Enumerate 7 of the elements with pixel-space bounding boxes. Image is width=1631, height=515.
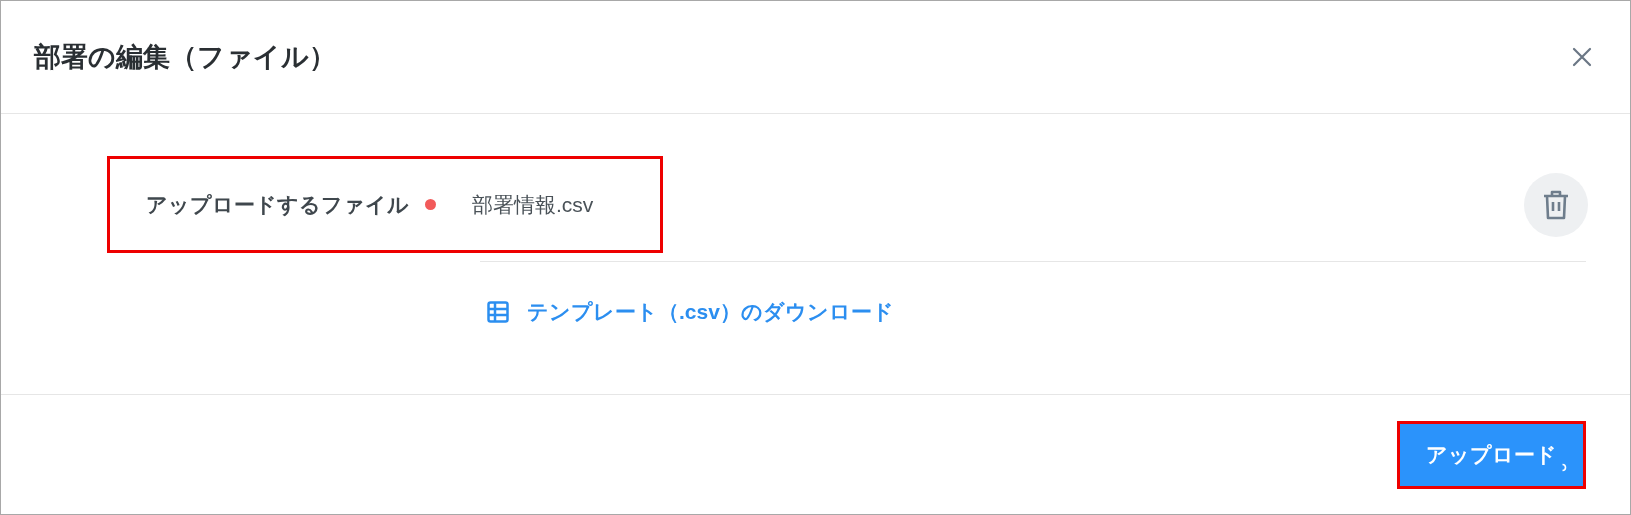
field-label: アップロードするファイル [146,191,409,218]
trash-icon [1542,188,1570,221]
dialog-title: 部署の編集（ファイル） [34,40,336,74]
upload-button[interactable]: アップロード [1400,423,1583,486]
file-name: 部署情報.csv [472,191,594,218]
table-icon [487,300,509,323]
template-download-link[interactable]: テンプレート（.csv）のダウンロード [487,296,894,328]
